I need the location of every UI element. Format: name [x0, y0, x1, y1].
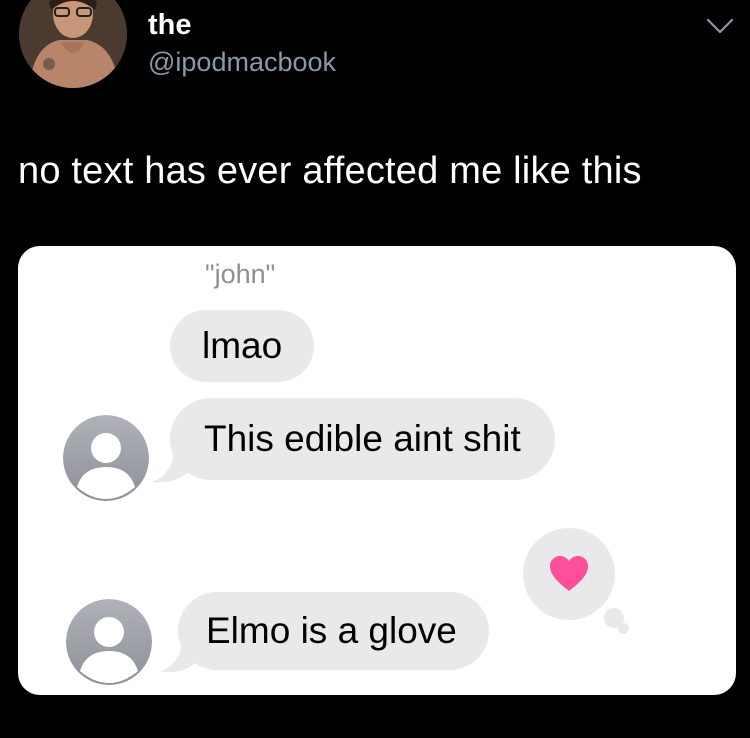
message-bubble: lmao	[170, 310, 315, 382]
display-name[interactable]: the	[148, 8, 192, 42]
profile-avatar[interactable]	[19, 0, 127, 88]
more-options-button[interactable]	[705, 14, 735, 38]
message-text: This edible aint shit	[204, 418, 521, 459]
user-handle[interactable]: @ipodmacbook	[148, 46, 336, 78]
message-text: lmao	[202, 325, 283, 366]
contact-avatar-icon	[66, 599, 152, 685]
contact-avatar-icon	[63, 415, 149, 501]
heart-icon	[550, 556, 588, 591]
tapback-reaction[interactable]	[523, 528, 615, 620]
message-bubble: Elmo is a glove	[178, 592, 489, 670]
tweet-card: the @ipodmacbook no text has ever affect…	[0, 0, 750, 738]
message-text: Elmo is a glove	[206, 610, 457, 651]
tapback-bubble-dot	[618, 623, 629, 634]
attached-image[interactable]: "john" lmao This edible aint shit Elmo i…	[18, 246, 736, 695]
chevron-down-icon	[706, 18, 734, 34]
profile-photo-icon	[19, 0, 127, 88]
tweet-text: no text has ever affected me like this	[18, 150, 642, 192]
sender-name: "john"	[205, 259, 276, 289]
message-bubble: This edible aint shit	[170, 398, 555, 480]
